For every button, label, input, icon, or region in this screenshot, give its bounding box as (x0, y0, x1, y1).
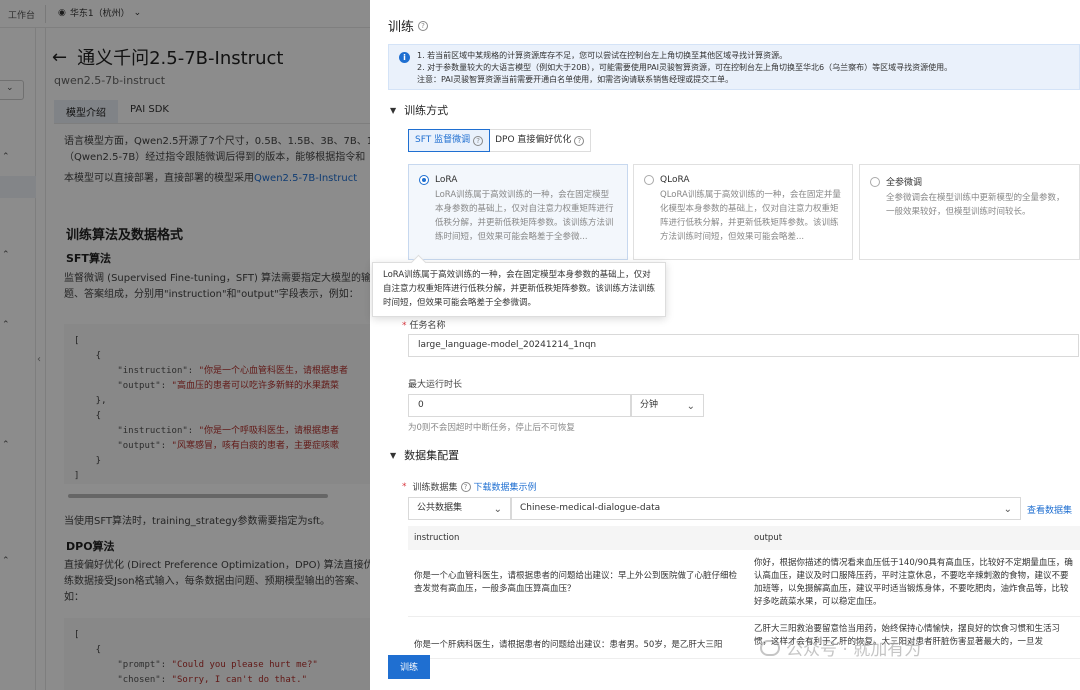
dataset-name-select[interactable]: Chinese-medical-dialogue-data ⌄ (511, 497, 1021, 520)
table-cell: 你是一个心血管科医生，请根据患者的问题给出建议：早上外公到医院做了心脏仔细检查发… (408, 550, 748, 617)
drawer-title: 训练 (388, 20, 415, 35)
table-row: 你是一个心血管科医生，请根据患者的问题给出建议：早上外公到医院做了心脏仔细检查发… (408, 550, 1080, 617)
section-training-method[interactable]: ▼ 训练方式 (390, 102, 448, 118)
chevron-down-icon: ⌄ (1003, 504, 1012, 515)
table-cell: 你好，根据你描述的情况看来血压低于140/90具有高血压，比较好不定期量血压，确… (748, 550, 1080, 617)
chevron-down-icon: ⌄ (493, 504, 502, 515)
time-unit-select[interactable]: 分钟 ⌄ (631, 394, 704, 417)
table-header-row: instruction output (408, 526, 1080, 550)
card-title: LoRA (435, 175, 458, 185)
help-icon[interactable]: ? (473, 135, 484, 146)
info-icon: i (399, 52, 410, 63)
task-name-input[interactable]: large_language-model_20241214_1nqn (408, 334, 1079, 357)
notice-line: 2. 对于参数量较大的大语言模型（例如大于20B），可能需要使用PAI灵骏智算资… (417, 63, 953, 72)
caret-down-icon: ▼ (390, 450, 397, 460)
tab-sft[interactable]: SFT 监督微调 ? (408, 129, 491, 152)
method-segmented-control: SFT 监督微调 ? DPO 直接偏好优化 ? (408, 129, 592, 152)
radio[interactable] (870, 176, 880, 187)
training-drawer: 训练 ? i 1. 若当前区域中某规格的计算资源库存不足，您可以尝试在控制台左上… (370, 0, 1080, 690)
dataset-source-select[interactable]: 公共数据集 ⌄ (408, 497, 511, 520)
caret-down-icon: ▼ (390, 105, 397, 115)
help-icon[interactable]: ? (460, 481, 471, 492)
select-value: 公共数据集 (417, 503, 463, 513)
watermark-text: 公众号 · 就加有为 (786, 640, 922, 660)
select-value: 分钟 (640, 400, 659, 410)
download-sample-link[interactable]: 下载数据集示例 (474, 480, 537, 493)
radio[interactable] (644, 175, 654, 185)
section-label: 数据集配置 (404, 449, 460, 462)
option-card-full[interactable]: 全参微调 全参微调会在模型训练中更新模型的全量参数，一般效果较好，但模型训练时间… (859, 164, 1080, 260)
notice-line: 注意：PAI灵骏智算资源当前需要开通白名单使用，如需咨询请联系销售经理或提交工单… (417, 75, 734, 84)
card-title: 全参微调 (886, 178, 923, 188)
lora-tooltip: LoRA训练属于高效训练的一种，会在固定模型本身参数的基础上，仅对自注意力权重矩… (372, 262, 666, 317)
column-header: instruction (408, 526, 748, 550)
tab-label: SFT 监督微调 (415, 135, 471, 145)
card-description: QLoRA训练属于高效训练的一种，会在固定并量化模型本身参数的基础上，仅对自注意… (660, 190, 841, 242)
task-name-label: * 任务名称 (402, 321, 446, 331)
watermark: 公众号 · 就加有为 (760, 635, 921, 660)
card-description: 全参微调会在模型训练中更新模型的全量参数，一般效果较好，但模型训练时间较长。 (886, 193, 1065, 217)
train-button[interactable]: 训练 (388, 655, 430, 679)
section-dataset[interactable]: ▼ 数据集配置 (390, 447, 459, 463)
train-dataset-label: * 训练数据集 ? 下载数据集示例 (402, 480, 537, 493)
tab-dpo[interactable]: DPO 直接偏好优化 ? (489, 130, 590, 151)
max-time-hint: 为0则不会因超时中断任务，停止后不可恢复 (408, 423, 575, 433)
modal-overlay[interactable] (0, 0, 370, 690)
view-dataset-link[interactable]: 查看数据集 (1027, 503, 1072, 516)
tab-label: DPO 直接偏好优化 (495, 135, 572, 145)
select-value: Chinese-medical-dialogue-data (520, 503, 661, 513)
card-title: QLoRA (660, 175, 690, 185)
radio-selected[interactable] (419, 175, 429, 185)
option-card-lora[interactable]: LoRA LoRA训练属于高效训练的一种，会在固定模型本身参数的基础上，仅对自注… (408, 164, 628, 260)
max-time-input[interactable]: 0 (408, 394, 631, 417)
notice-line: 1. 若当前区域中某规格的计算资源库存不足，您可以尝试在控制台左上角切换至其他区… (417, 51, 788, 60)
max-time-label: 最大运行时长 (408, 380, 463, 390)
chevron-down-icon: ⌄ (686, 401, 695, 412)
card-description: LoRA训练属于高效训练的一种，会在固定模型本身参数的基础上，仅对自注意力权重矩… (435, 190, 614, 242)
drawer-title-row: 训练 ? (388, 16, 429, 35)
help-icon[interactable]: ? (418, 20, 429, 31)
chat-bubble-icon (760, 639, 780, 656)
section-label: 训练方式 (404, 104, 449, 117)
option-card-qlora[interactable]: QLoRA QLoRA训练属于高效训练的一种，会在固定并量化模型本身参数的基础上… (633, 164, 853, 260)
table-cell: 你是一个肝病科医生，请根据患者的问题给出建议：患者男。50岁，是乙肝大三阳 (408, 616, 748, 659)
help-icon[interactable]: ? (574, 135, 585, 146)
table-row: 你是一个肝病科医生，请根据患者的问题给出建议：患者男。50岁，是乙肝大三阳 乙肝… (408, 616, 1080, 659)
dataset-preview-table: instruction output 你是一个心血管科医生，请根据患者的问题给出… (408, 526, 1080, 659)
info-notice: i 1. 若当前区域中某规格的计算资源库存不足，您可以尝试在控制台左上角切换至其… (388, 44, 1080, 90)
column-header: output (748, 526, 1080, 550)
